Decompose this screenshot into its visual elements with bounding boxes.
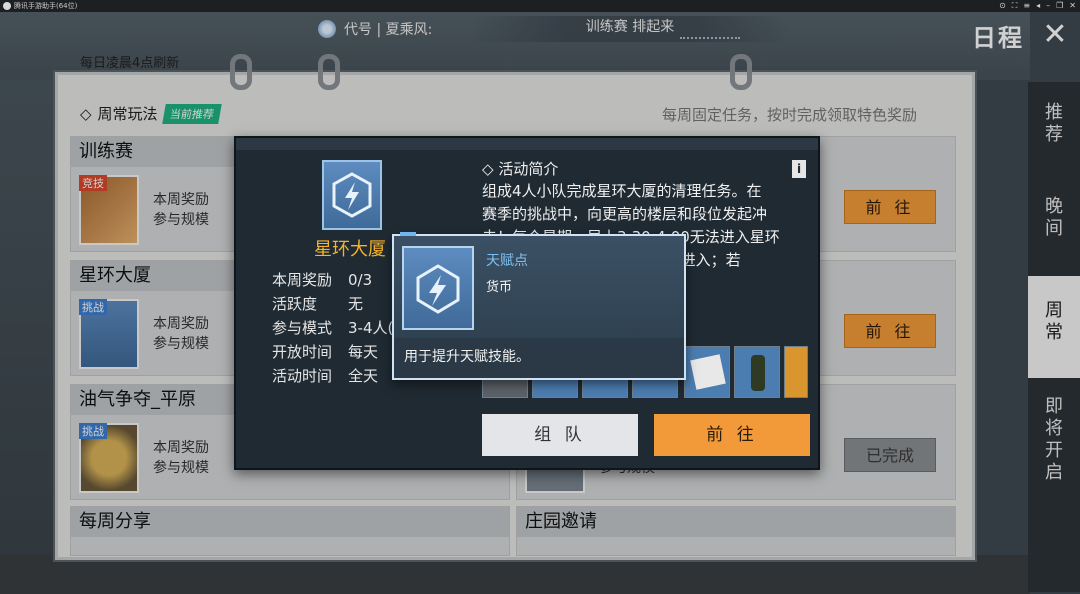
lightning-icon	[402, 246, 474, 330]
window-close-icon[interactable]: ✕	[1069, 0, 1076, 12]
window-title: 腾讯手游助手(64位)	[14, 2, 78, 10]
stat-value: 无	[348, 295, 364, 313]
intro-line: 赛季的挑战中，向更高的楼层和段位发起冲	[482, 205, 768, 223]
stat-label: 本周奖励	[272, 271, 333, 289]
reward-item[interactable]	[784, 346, 808, 398]
go-button[interactable]: 前 往	[654, 414, 810, 456]
pin-icon[interactable]: ⊙	[999, 0, 1006, 12]
stat-label: 活跃度	[272, 295, 318, 313]
intro-line: 组成4人小队完成星环大厦的清理任务。在	[482, 182, 762, 200]
stat-value: 每天	[348, 343, 379, 361]
fullscreen-icon[interactable]: ⛶	[1012, 0, 1018, 12]
bottle-item-icon[interactable]	[734, 346, 780, 398]
info-icon[interactable]: i	[792, 160, 806, 178]
tooltip-description: 用于提升天赋技能。	[404, 349, 530, 365]
window-controls: ⊙ ⛶ ≡ ◂ – ❐ ✕	[999, 0, 1076, 12]
intro-title-text: 活动简介	[498, 160, 559, 178]
stat-label: 参与模式	[272, 319, 333, 337]
document-item-icon[interactable]	[684, 346, 730, 398]
team-up-button[interactable]: 组 队	[482, 414, 638, 456]
item-tooltip: 天赋点 货币 用于提升天赋技能。	[392, 232, 686, 380]
menu-icon[interactable]: ≡	[1023, 0, 1030, 12]
intro-title: ◇ 活动简介	[482, 158, 558, 179]
minimize-icon[interactable]: –	[1046, 0, 1050, 12]
diamond-bullet-icon: ◇	[482, 160, 494, 178]
tooltip-item-type: 货币	[486, 280, 513, 295]
activity-name: 星环大厦	[314, 239, 386, 260]
stat-label: 开放时间	[272, 343, 333, 361]
window-titlebar: 腾讯手游助手(64位)	[0, 0, 1080, 12]
stat-value: 全天	[348, 367, 379, 385]
modal-topbar	[236, 138, 818, 150]
stat-value: 3-4人(	[348, 319, 394, 337]
tooltip-item-name: 天赋点	[486, 253, 528, 269]
lightning-icon	[322, 160, 382, 230]
stat-value: 0/3	[348, 271, 373, 289]
stat-label: 活动时间	[272, 367, 333, 385]
back-icon[interactable]: ◂	[1036, 0, 1040, 12]
restore-icon[interactable]: ❐	[1056, 0, 1063, 12]
app-logo-icon	[3, 2, 11, 10]
